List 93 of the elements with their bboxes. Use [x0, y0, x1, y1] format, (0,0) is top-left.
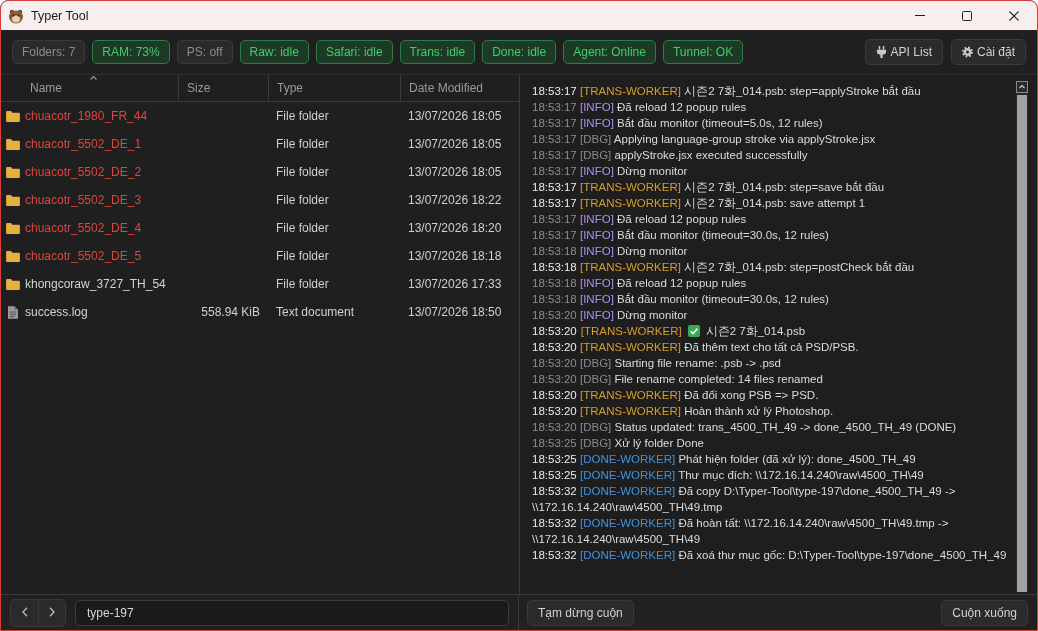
scrollbar[interactable] — [1016, 81, 1028, 592]
log-line: 18:53:17 [INFO] Dừng monitor — [532, 164, 689, 179]
file-name[interactable]: chuacotr_5502_DE_1 — [25, 137, 142, 151]
file-type: File folder — [276, 277, 329, 291]
log-line: 18:53:20 [INFO] Dừng monitor — [532, 308, 689, 323]
column-header[interactable]: Size — [187, 81, 211, 95]
log-line: 18:53:32 [DONE-WORKER] Đã hoàn tất: \\172.16.14.240\raw\4500_TH\49.tmp -> \\172.16.14.240\raw\4500_TH\49 — [532, 516, 950, 547]
log-line: 18:53:18 [INFO] Đã reload 12 popup rules — [532, 276, 748, 291]
file-name[interactable]: chuacotr_5502_DE_2 — [25, 165, 142, 179]
file-name[interactable]: chuacotr_5502_DE_4 — [25, 221, 142, 235]
minimize-icon — [914, 15, 925, 16]
log-line: 18:53:32 [DONE-WORKER] Đã xoá thư mục gốc: D:\Typer-Tool\type-197\done_4500_TH_49 — [532, 548, 1008, 563]
folder-icon — [6, 222, 20, 234]
status-badge: Folders: 7 — [12, 40, 86, 64]
status-badge: RAM: 73% — [92, 40, 170, 64]
file-date: 13/07/2026 18:05 — [408, 109, 502, 123]
close-icon — [1008, 10, 1019, 21]
file-type: File folder — [276, 165, 329, 179]
file-type: File folder — [276, 249, 329, 263]
chevron-left-icon — [21, 606, 28, 617]
file-type: Text document — [276, 305, 355, 319]
file-type: File folder — [276, 221, 329, 235]
log-line: 18:53:17 [TRANS-WORKER] 시즌2 7화_014.psb: save attempt 1 — [532, 196, 867, 211]
file-date: 13/07/2026 18:05 — [408, 137, 502, 151]
folder-icon — [6, 110, 20, 122]
log-line: 18:53:32 [DONE-WORKER] Đã copy D:\Typer-Tool\type-197\done_4500_TH_49 -> \\172.16.14.240\raw\4500_TH\49.tmp — [532, 484, 957, 515]
folder-icon — [6, 138, 20, 150]
file-type: File folder — [276, 109, 329, 123]
log-message: 시즌2 7화_014.psb — [705, 325, 806, 337]
log-line: 18:53:20 [DBG] Starting file rename: .psb -> .psd — [532, 356, 782, 371]
column-header[interactable]: Date Modified — [409, 81, 484, 95]
plug-icon — [875, 46, 887, 58]
file-date: 13/07/2026 18:50 — [408, 305, 502, 319]
folder-icon — [6, 278, 20, 290]
status-badge: Tunnel: OK — [662, 40, 744, 64]
log-line: 18:53:20 [DBG] File rename completed: 14 files renamed — [532, 372, 824, 387]
path-field[interactable]: type-197 — [75, 599, 509, 626]
log-line: 18:53:20 [DBG] Status updated: trans_4500_TH_49 -> done_4500_TH_49 (DONE) — [532, 420, 958, 435]
status-badge: Trans: idle — [399, 40, 476, 64]
document-icon — [8, 305, 18, 319]
file-date: 13/07/2026 17:33 — [408, 277, 502, 291]
status-badge: PS: off — [176, 40, 233, 64]
log-time: 18:53:20 — [532, 325, 577, 337]
file-name[interactable]: success.log — [25, 305, 88, 319]
log-line: 18:53:18 [INFO] Dừng monitor — [532, 244, 689, 259]
log-line: 18:53:17 [INFO] Đã reload 12 popup rules — [532, 212, 748, 227]
log-line: 18:53:17 [TRANS-WORKER] 시즌2 7화_014.psb: step=save bắt đầu — [532, 180, 886, 195]
folder-icon — [6, 250, 20, 262]
file-name[interactable]: chuacotr_5502_DE_3 — [25, 193, 142, 207]
file-date: 13/07/2026 18:22 — [408, 193, 502, 207]
file-date: 13/07/2026 18:05 — [408, 165, 502, 179]
log-tag: [TRANS-WORKER] — [580, 325, 682, 337]
log-line: 18:53:25 [DONE-WORKER] Thư mục đích: \\172.16.14.240\raw\4500_TH\49 — [532, 468, 925, 483]
folder-icon — [6, 194, 20, 206]
column-header[interactable]: Type — [277, 81, 303, 95]
log-line: 18:53:17 [INFO] Bắt đầu monitor (timeout=30.0s, 12 rules) — [532, 228, 830, 243]
status-badge: Safari: idle — [315, 40, 393, 64]
file-name[interactable]: chuacotr_1980_FR_44 — [25, 109, 148, 123]
log-line: 18:53:17 [TRANS-WORKER] 시즌2 7화_014.psb: step=applyStroke bắt đầu — [532, 84, 922, 99]
scrollbar-thumb[interactable] — [1017, 95, 1027, 592]
file-date: 13/07/2026 18:18 — [408, 249, 502, 263]
file-name[interactable]: chuacotr_5502_DE_5 — [25, 249, 142, 263]
file-name[interactable]: khongcoraw_3727_TH_54 — [25, 277, 166, 291]
log-line: 18:53:25 [DONE-WORKER] Phát hiện folder (đã xử lý): done_4500_TH_49 — [532, 452, 917, 467]
chevron-right-icon — [49, 606, 55, 617]
toolbar-button[interactable]: Cài đặt — [950, 39, 1026, 65]
log-line: 18:53:20 [TRANS-WORKER] Đã đổi xong PSB => PSD. — [532, 388, 820, 403]
log-line: 18:53:18 [INFO] Bắt đầu monitor (timeout=30.0s, 12 rules) — [532, 292, 830, 307]
column-header[interactable]: Name — [30, 81, 62, 95]
file-type: File folder — [276, 137, 329, 151]
scroll-button[interactable]: Cuộn xuống — [941, 599, 1028, 626]
log-line: 18:53:18 [TRANS-WORKER] 시즌2 7화_014.psb: step=postCheck bắt đầu — [532, 260, 916, 275]
log-line: 18:53:17 [INFO] Đã reload 12 popup rules — [532, 100, 748, 115]
gear-icon — [961, 46, 973, 58]
file-size: 558.94 KiB — [201, 305, 260, 319]
window-title: Typer Tool — [31, 8, 89, 23]
file-date: 13/07/2026 18:20 — [408, 221, 502, 235]
scroll-up-icon[interactable] — [1016, 81, 1028, 93]
scroll-button[interactable]: Tạm dừng cuộn — [527, 599, 634, 626]
log-line: 18:53:25 [DBG] Xử lý folder Done — [532, 436, 705, 451]
status-badge: Agent: Online — [563, 40, 656, 64]
log-line: 18:53:17 [INFO] Bắt đầu monitor (timeout=5.0s, 12 rules) — [532, 116, 824, 131]
log-line: 18:53:20 [TRANS-WORKER] Hoàn thành xử lý Photoshop. — [532, 404, 835, 419]
log-line: 18:53:17 [DBG] Applying language-group stroke via applyStroke.jsx — [532, 132, 877, 147]
folder-icon — [6, 166, 20, 178]
toolbar-button[interactable]: API List — [864, 39, 943, 65]
log-line: 18:53:17 [DBG] applyStroke.jsx executed successfully — [532, 148, 809, 163]
status-badge: Done: idle — [482, 40, 557, 64]
status-badge: Raw: idle — [239, 40, 309, 64]
file-type: File folder — [276, 193, 329, 207]
log-line: 18:53:20 [TRANS-WORKER] Đã thêm text cho tất cả PSD/PSB. — [532, 340, 860, 355]
animal-head-icon — [8, 7, 24, 24]
maximize-icon — [961, 10, 972, 21]
